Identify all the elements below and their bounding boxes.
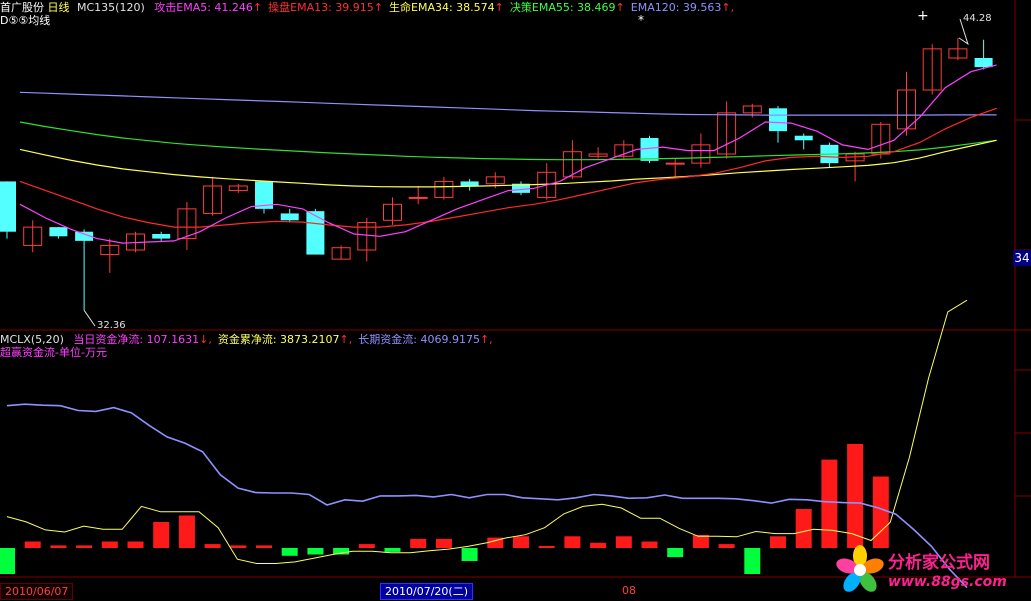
watermark-title: 分析家公式网 xyxy=(888,553,990,573)
candle-body xyxy=(152,234,171,239)
lower-header: MCLX(5,20) 当日资金净流: 107.1631↓, 资金累净流: 3873… xyxy=(0,333,493,347)
lower-legend-arrow: ↑, xyxy=(479,333,493,346)
candle-body xyxy=(0,181,16,232)
stock-name: 首广股份 xyxy=(0,1,44,14)
ema55-line xyxy=(19,121,997,161)
ema13-line xyxy=(19,107,997,228)
date-label-cursor[interactable]: 2010/07/20(二) xyxy=(380,583,473,600)
upper-legend-arrow: ↑ xyxy=(373,1,383,14)
stock-chart-window: + * 首广股份 日线 MC135(120) 攻击EMA5: 41.246↑ 操盘E… xyxy=(0,0,1031,601)
upper-legend-item: 决策EMA55: 38.469 xyxy=(509,1,616,14)
lower-legend-arrow: ↓, xyxy=(199,333,212,346)
flow-bar xyxy=(178,515,195,548)
ema120-line xyxy=(19,91,997,116)
candle-body xyxy=(306,211,325,255)
flow-bar xyxy=(281,548,298,556)
date-label-month: 08 xyxy=(622,584,636,597)
upper-legend-arrow: ↑, xyxy=(721,1,735,14)
flow-bar xyxy=(76,545,93,548)
flow-bar xyxy=(590,542,607,548)
flow-bar xyxy=(795,509,812,548)
upper-legend-item: 攻击EMA5: 41.246 xyxy=(154,1,253,14)
flow-bar xyxy=(384,548,401,552)
sub-label: D⑤⑤均线 xyxy=(0,14,51,27)
flow-bar xyxy=(461,548,478,561)
min-pointer xyxy=(83,310,96,327)
flow-bar xyxy=(770,536,786,548)
candle-body xyxy=(665,162,685,165)
candle-body xyxy=(794,135,813,141)
flow-bar xyxy=(564,536,581,548)
flow-bar xyxy=(0,548,15,574)
flow-bar xyxy=(358,544,375,548)
watermark-url: www.88gs.com xyxy=(888,574,1007,590)
flow-bar xyxy=(872,476,889,548)
min-price-label: 32.36 xyxy=(97,320,126,331)
flow-bar xyxy=(513,536,529,548)
period-label[interactable]: 日线 xyxy=(48,1,70,14)
candle-body xyxy=(769,108,787,132)
upper-header: 首广股份 日线 MC135(120) 攻击EMA5: 41.246↑ 操盘EMA1… xyxy=(0,1,734,15)
flow-bar xyxy=(744,548,761,574)
upper-legend-arrow: ↑ xyxy=(494,1,504,14)
flow-bar xyxy=(50,545,67,548)
flow-bar xyxy=(153,522,170,548)
flow-bar xyxy=(718,544,735,548)
candle-body xyxy=(974,58,993,68)
ema34-line xyxy=(19,139,997,188)
flow-bar xyxy=(204,544,221,548)
lower-legend-item: 资金累净流: 3873.2107 xyxy=(217,333,340,346)
upper-legend-item: 操盘EMA13: 39.915 xyxy=(268,1,374,14)
lower-indicator-name[interactable]: MCLX(5,20) xyxy=(0,333,64,346)
watermark-logo: 分析家公式网 www.88gs.com xyxy=(832,542,1031,598)
cross-marker-1: + xyxy=(917,8,929,24)
lower-legend: 当日资金净流: 107.1631↓, 资金累净流: 3873.2107↑, 长期资金… xyxy=(67,333,492,346)
date-label-start: 2010/06/07 xyxy=(0,583,74,600)
lower-sub-label: 超赢资金流-单位-万元 xyxy=(0,346,107,359)
candle-body xyxy=(460,181,479,186)
candle-body xyxy=(280,213,299,221)
flow-bar xyxy=(410,538,427,548)
flow-bar xyxy=(230,545,247,548)
flow-bar xyxy=(692,535,709,548)
flow-bar xyxy=(127,541,144,548)
upper-legend: 攻击EMA5: 41.246↑ 操盘EMA13: 39.915↑ 生命EMA34: … xyxy=(148,1,734,14)
flow-bar xyxy=(538,546,555,548)
flow-bar xyxy=(821,459,838,548)
flow-bar xyxy=(667,548,684,558)
candle-body xyxy=(408,196,428,199)
flow-bar xyxy=(435,538,452,548)
cross-marker-2: * xyxy=(638,13,644,27)
flow-bar xyxy=(641,541,658,548)
lower-legend-item: 当日资金净流: 107.1631 xyxy=(73,333,200,346)
flow-bar xyxy=(256,545,272,548)
upper-legend-arrow: ↑ xyxy=(615,1,625,14)
candle-body xyxy=(49,227,68,237)
flow-bar xyxy=(847,444,864,548)
flower-icon xyxy=(836,545,884,592)
flow-bar xyxy=(307,548,324,555)
flow-bar xyxy=(615,536,632,548)
chart-canvas[interactable]: +* xyxy=(0,0,1031,601)
lower-legend-arrow: ↑, xyxy=(339,333,353,346)
upper-legend-item: 生命EMA34: 38.574 xyxy=(389,1,495,14)
max-price-label: 44.28 xyxy=(963,13,992,24)
flow-bar xyxy=(24,541,41,548)
upper-legend-arrow: ↑ xyxy=(252,1,263,14)
indicator-name[interactable]: MC135(120) xyxy=(77,1,145,14)
lower-legend-item: 长期资金流: 4069.9175 xyxy=(358,333,480,346)
side-value: 34 xyxy=(1013,250,1031,266)
flow-bar xyxy=(101,541,118,548)
upper-legend-item: EMA120: 39.563 xyxy=(630,1,722,14)
